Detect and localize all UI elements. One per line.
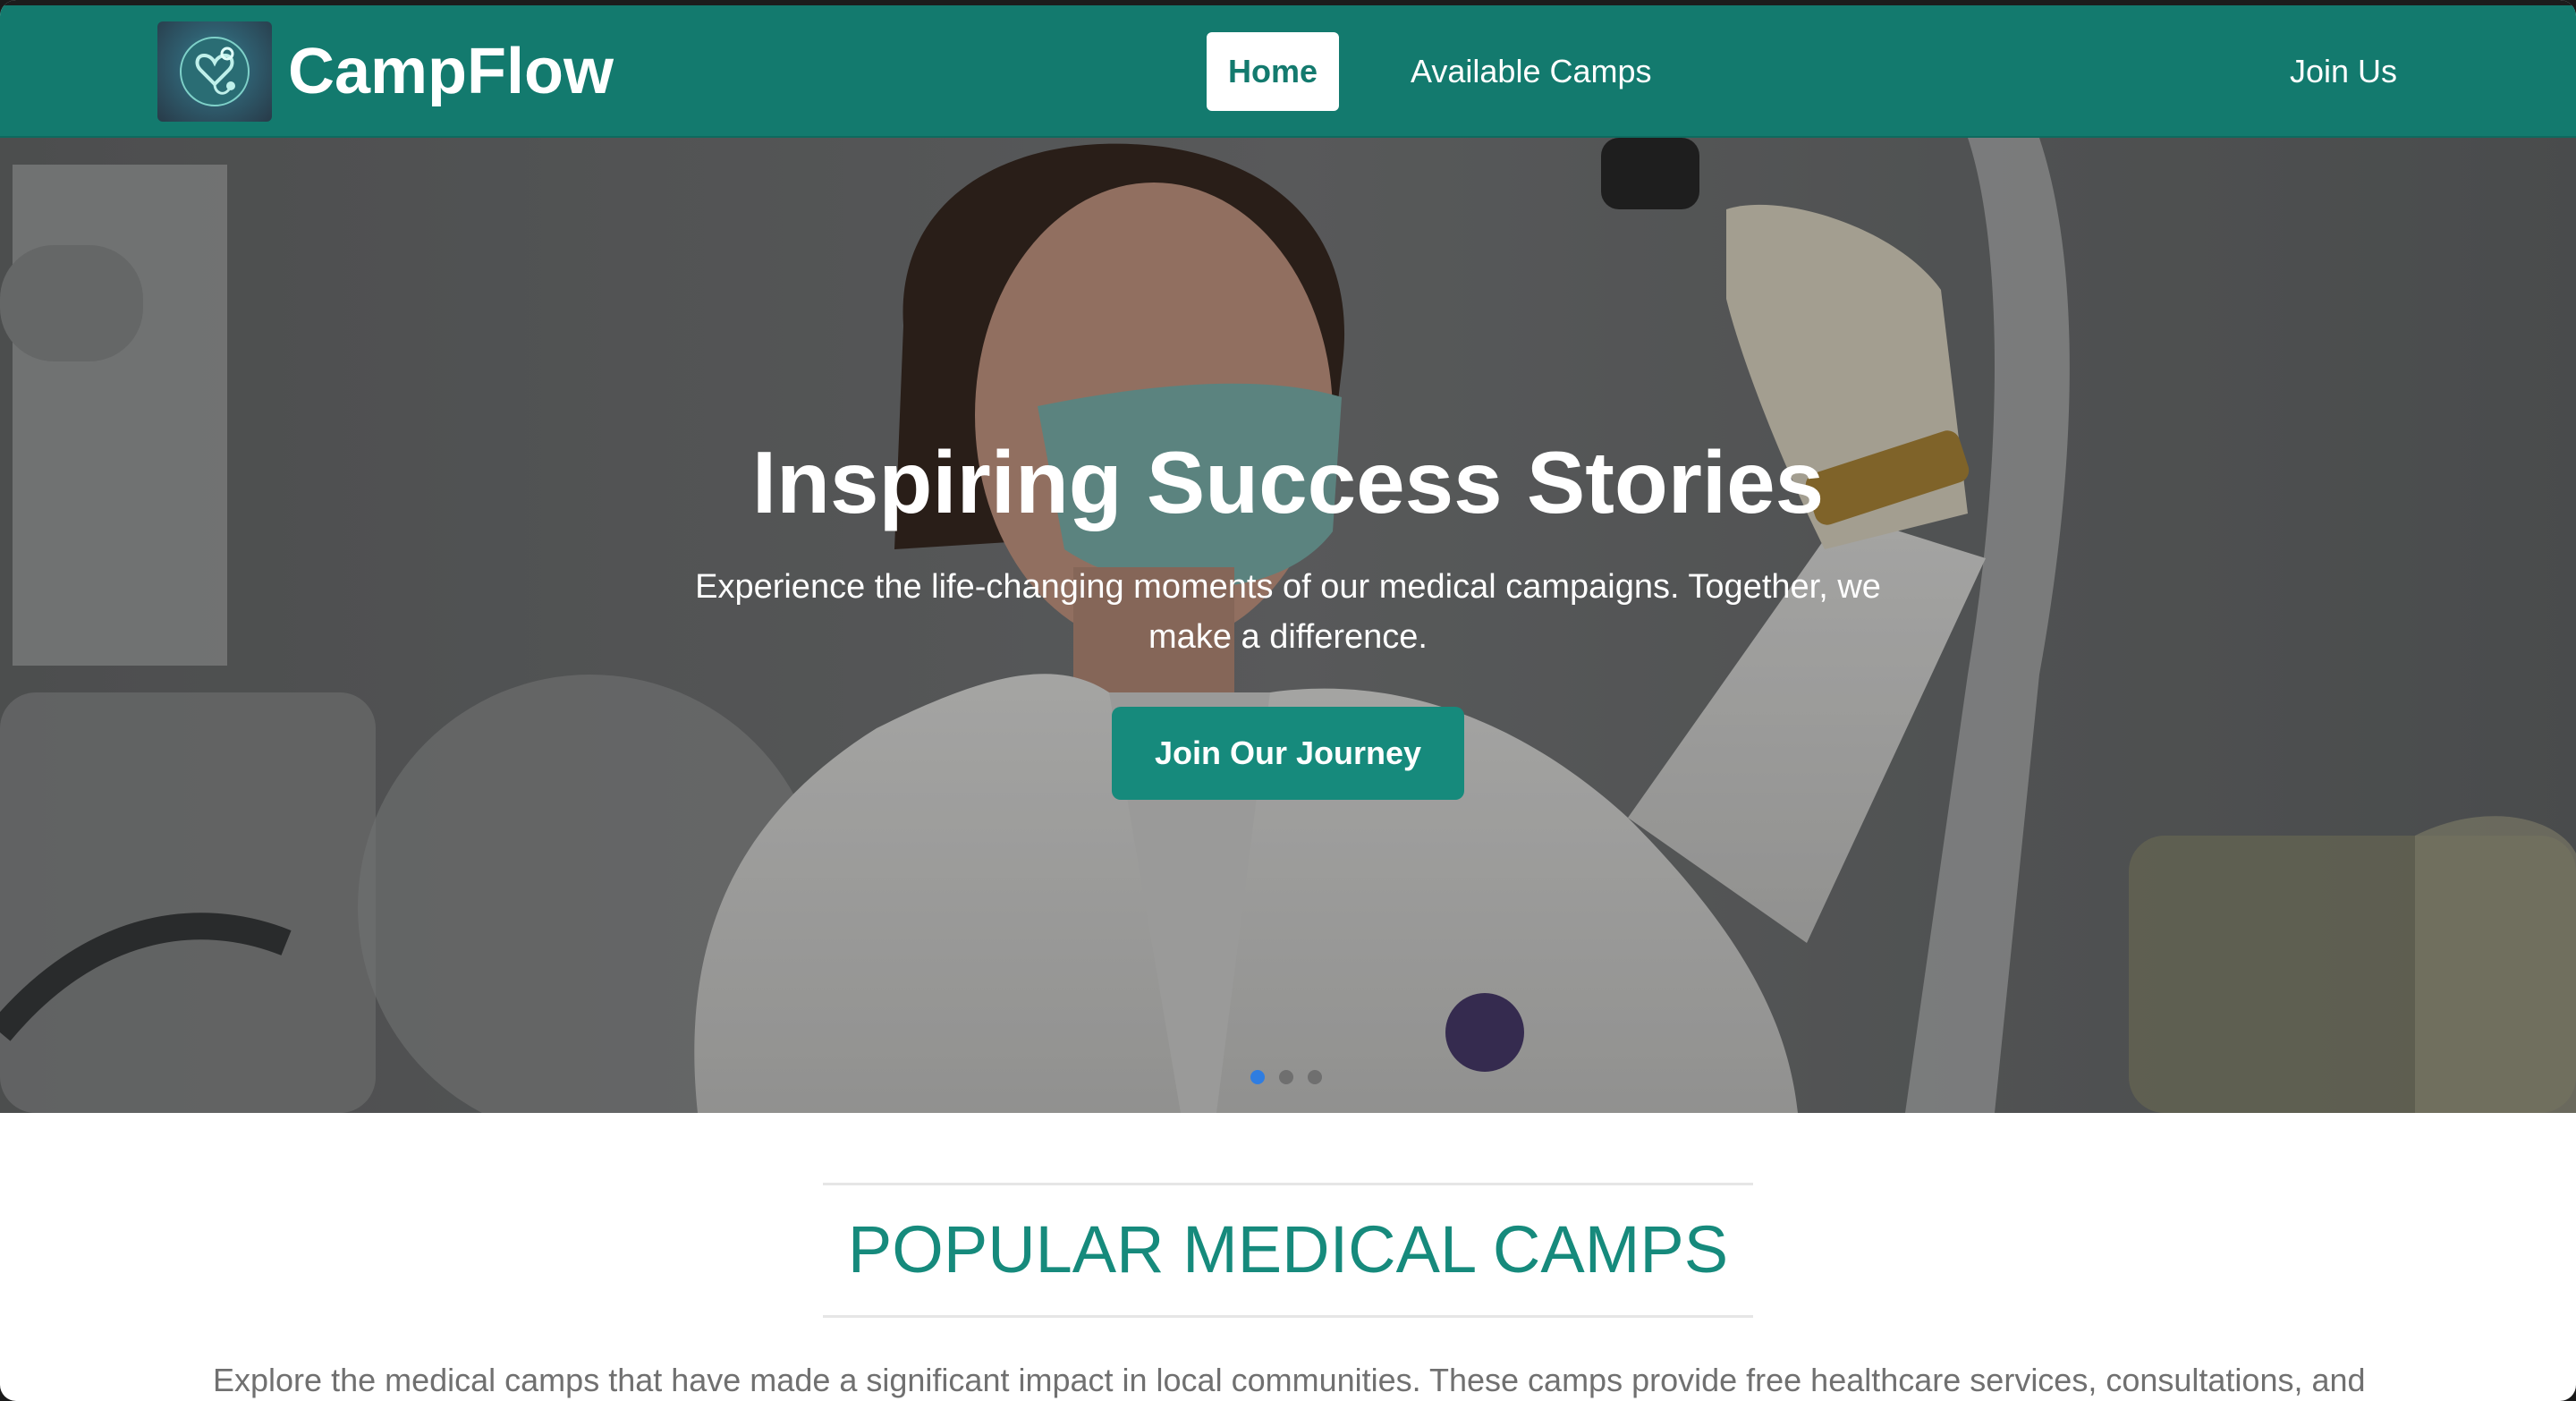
brand-name: CampFlow bbox=[288, 36, 614, 107]
hero-subtitle: Experience the life-changing moments of … bbox=[695, 568, 1881, 656]
carousel-indicators bbox=[1250, 1070, 1322, 1084]
carousel-dot-2[interactable] bbox=[1279, 1070, 1293, 1084]
nav-item-join-us[interactable]: Join Us bbox=[2290, 32, 2397, 111]
section-divider-top bbox=[823, 1183, 1753, 1185]
section-heading: POPULAR MEDICAL CAMPS bbox=[847, 1212, 1729, 1286]
nav-item-available-camps[interactable]: Available Camps bbox=[1411, 53, 1651, 90]
join-our-journey-button[interactable]: Join Our Journey bbox=[1112, 707, 1464, 800]
browser-page: CampFlow Home Available Camps Join Us In… bbox=[0, 0, 2576, 1401]
section-divider-bottom bbox=[823, 1315, 1753, 1318]
nav-links: Home Available Camps bbox=[1207, 32, 1652, 111]
nav-item-home[interactable]: Home bbox=[1207, 32, 1340, 111]
navbar: CampFlow Home Available Camps Join Us bbox=[0, 5, 2576, 138]
hero-carousel: Inspiring Success Stories Experience the… bbox=[0, 138, 2576, 1113]
hero-title: Inspiring Success Stories bbox=[751, 433, 1825, 531]
section-description: Explore the medical camps that have made… bbox=[213, 1362, 2366, 1398]
brand[interactable]: CampFlow bbox=[157, 21, 614, 122]
carousel-dot-3[interactable] bbox=[1308, 1070, 1322, 1084]
stethoscope-heart-logo-icon bbox=[157, 21, 272, 122]
carousel-dot-1[interactable] bbox=[1250, 1070, 1265, 1084]
